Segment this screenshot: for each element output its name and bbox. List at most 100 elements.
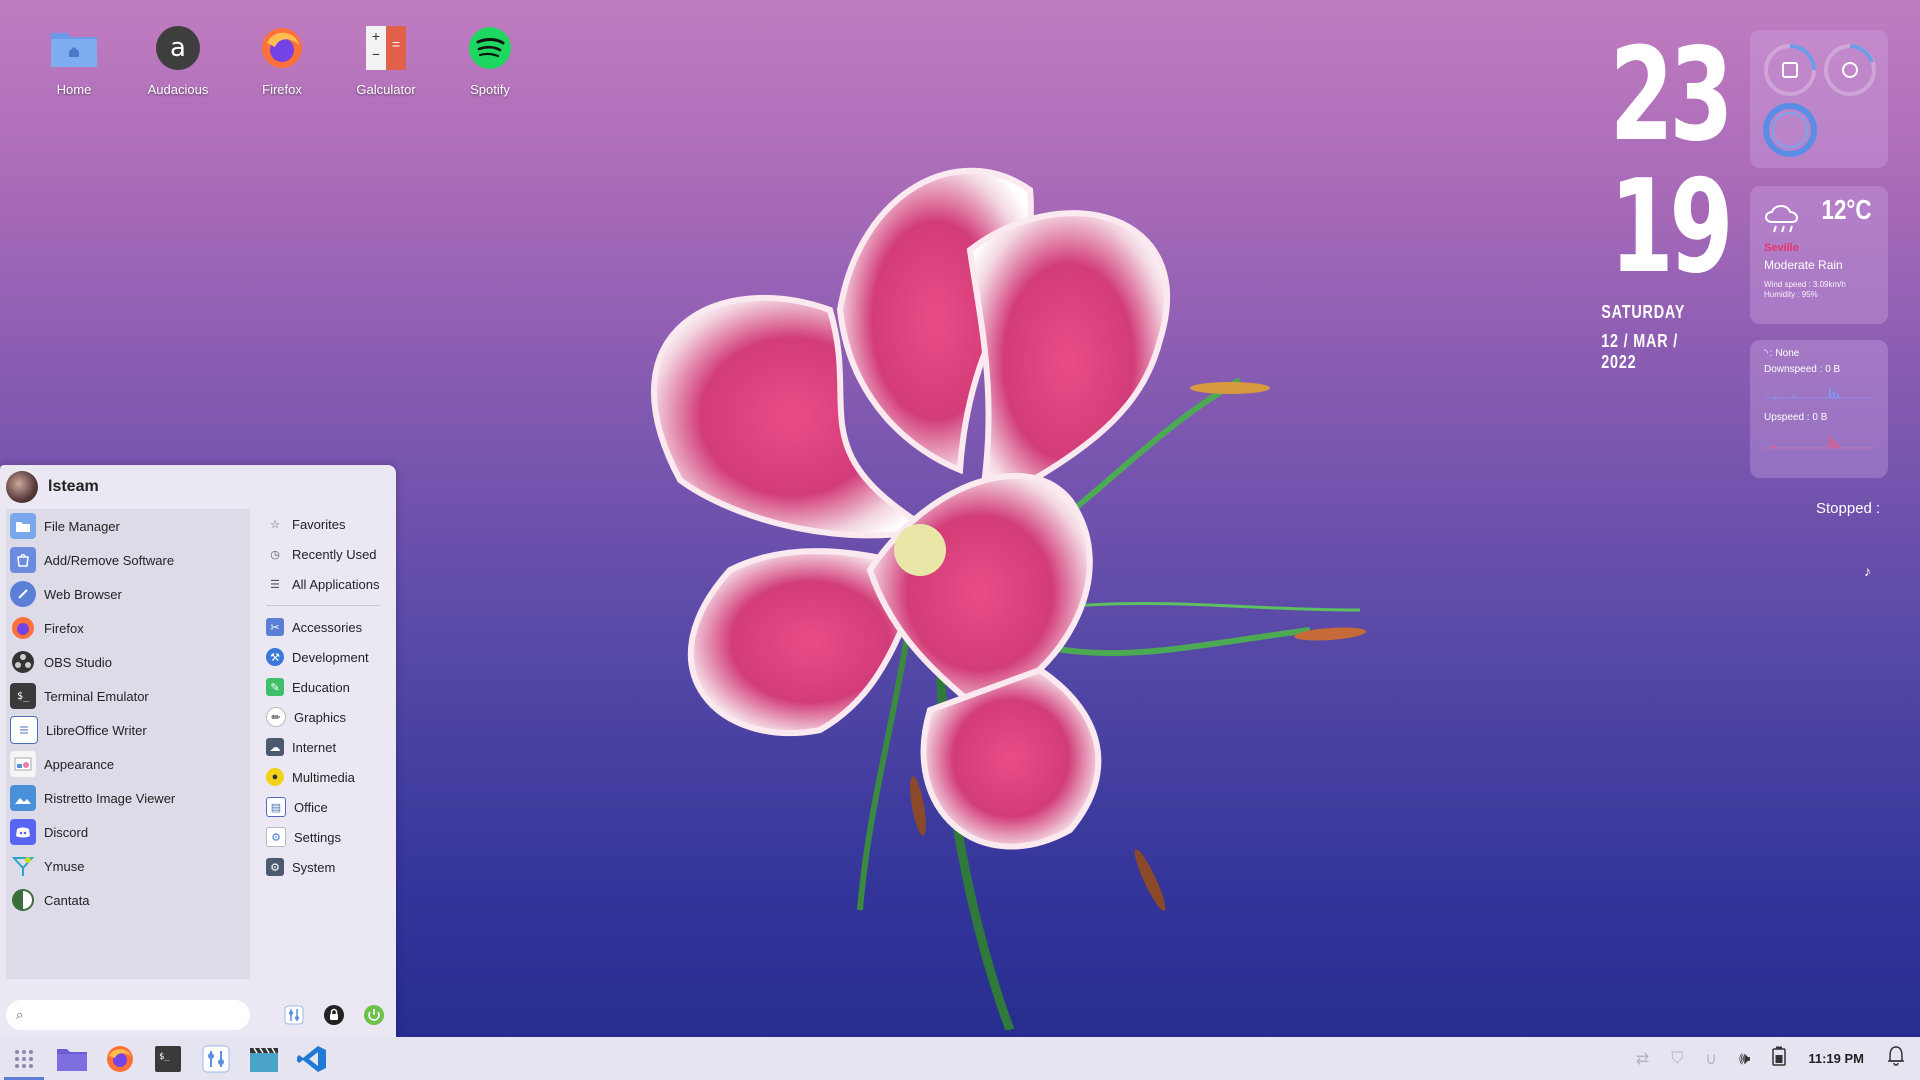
category-system[interactable]: ⚙ System — [258, 852, 388, 882]
app-list: File Manager Add/Remove Software Web Bro… — [6, 509, 250, 979]
taskbar-terminal-button[interactable]: $_ — [144, 1037, 192, 1080]
category-label: Development — [292, 649, 369, 665]
app-item-obs-studio[interactable]: OBS Studio — [6, 645, 250, 679]
svg-text:$_: $_ — [159, 1052, 170, 1062]
app-item-label: OBS Studio — [44, 654, 112, 670]
notification-bell-icon[interactable] — [1886, 1045, 1906, 1072]
internet-icon: ☁ — [266, 738, 284, 756]
battery-shape — [1772, 1046, 1787, 1066]
category-development[interactable]: ⚒ Development — [258, 642, 388, 672]
clock-minute: 19 — [1609, 153, 1734, 302]
firefox-icon — [10, 615, 36, 641]
category-favorites[interactable]: ☆ Favorites — [258, 509, 388, 539]
app-item-appearance[interactable]: Appearance — [6, 747, 250, 781]
category-label: Accessories — [292, 619, 363, 635]
volume-icon[interactable]: 🕪 — [1739, 1048, 1750, 1069]
list-icon: ☰ — [270, 578, 280, 591]
graphics-icon: ✏ — [266, 707, 286, 727]
upspeed-graph — [1764, 436, 1874, 449]
app-item-add-remove-software[interactable]: Add/Remove Software — [6, 543, 250, 577]
taskbar-clock[interactable]: 11:19 PM — [1808, 1051, 1864, 1066]
desktop-icon-galculator[interactable]: + − = Galculator — [346, 22, 426, 97]
category-graphics[interactable]: ✏ Graphics — [258, 702, 388, 732]
category-internet[interactable]: ☁ Internet — [258, 732, 388, 762]
system-icon: ⚙ — [266, 858, 284, 876]
category-office[interactable]: ▤ Office — [258, 792, 388, 822]
firefox-icon — [107, 1045, 133, 1072]
taskbar-settings-button[interactable] — [192, 1037, 240, 1080]
category-settings[interactable]: ⚙ Settings — [258, 822, 388, 852]
category-label: Graphics — [294, 709, 347, 725]
app-item-terminal-emulator[interactable]: $_ Terminal Emulator — [6, 679, 250, 713]
magnet-icon[interactable]: ∪ — [1705, 1049, 1717, 1069]
app-item-firefox[interactable]: Firefox — [6, 611, 250, 645]
category-multimedia[interactable]: ● Multimedia — [258, 762, 388, 792]
category-label: Recently Used — [292, 546, 377, 562]
shield-icon[interactable]: ⛉ — [1671, 1050, 1683, 1068]
desktop-icon-label: Firefox — [262, 82, 302, 97]
desktop-icon-label: Galculator — [356, 82, 416, 97]
web-browser-icon — [10, 581, 36, 607]
wallpaper-flower — [651, 167, 1366, 1030]
rain-cloud-icon — [1765, 205, 1798, 233]
clock-widget: 23 19 SATURDAY 12 / MAR / 2022 — [1590, 30, 1734, 373]
lock-screen-button[interactable] — [322, 1003, 346, 1027]
cantata-icon — [10, 887, 36, 913]
app-item-web-browser[interactable]: Web Browser — [6, 577, 250, 611]
app-item-label: Cantata — [44, 892, 90, 908]
category-education[interactable]: ✎ Education — [258, 672, 388, 702]
lock-icon — [324, 1005, 344, 1025]
desktop-icon-spotify[interactable]: Spotify — [450, 22, 530, 97]
menu-search[interactable]: ⌕ — [6, 1000, 250, 1030]
app-item-discord[interactable]: Discord — [6, 815, 250, 849]
app-item-cantata[interactable]: Cantata — [6, 883, 250, 917]
desktop-icon-firefox[interactable]: Firefox — [242, 22, 322, 97]
taskbar-vscode-button[interactable] — [288, 1037, 336, 1080]
network-arrows-icon[interactable]: ⇄ — [1636, 1049, 1649, 1069]
avatar — [6, 471, 38, 503]
app-item-label: LibreOffice Writer — [46, 722, 147, 738]
network-upspeed: Upspeed : 0 B — [1764, 412, 1828, 423]
category-all-applications[interactable]: ☰ All Applications — [258, 569, 388, 599]
menu-user: lsteam — [6, 471, 99, 503]
battery-icon[interactable] — [1772, 1046, 1787, 1071]
search-input[interactable] — [27, 1006, 232, 1024]
weather-wind: Wind speed : 3.09km/h — [1764, 280, 1846, 289]
app-item-ymuse[interactable]: Ymuse — [6, 849, 250, 883]
vscode-icon — [297, 1045, 326, 1072]
settings-manager-button[interactable] — [282, 1003, 306, 1027]
desktop-icon-audacious[interactable]: a Audacious — [138, 22, 218, 97]
weather-humidity: Humidity : 95% — [1764, 290, 1818, 299]
network-interface: ◝ : None — [1764, 348, 1799, 359]
writer-icon — [10, 716, 38, 744]
desktop-icon-home[interactable]: Home — [34, 22, 114, 97]
ymuse-icon — [10, 853, 36, 879]
image-viewer-icon — [10, 785, 36, 811]
app-menu-button[interactable] — [0, 1037, 48, 1080]
video-icon — [250, 1047, 278, 1072]
category-label: Office — [294, 799, 328, 815]
category-recently-used[interactable]: ◷ Recently Used — [258, 539, 388, 569]
taskbar-firefox-button[interactable] — [96, 1037, 144, 1080]
app-item-libreoffice-writer[interactable]: LibreOffice Writer — [6, 713, 250, 747]
taskbar-video-button[interactable] — [240, 1037, 288, 1080]
logout-button[interactable] — [362, 1003, 386, 1027]
app-item-ristretto-image-viewer[interactable]: Ristretto Image Viewer — [6, 781, 250, 815]
svg-text:a: a — [170, 33, 186, 63]
taskbar-files-button[interactable] — [48, 1037, 96, 1080]
settings-icon: ⚙ — [266, 827, 286, 847]
development-icon: ⚒ — [266, 648, 284, 666]
files-icon — [57, 1048, 87, 1071]
app-item-file-manager[interactable]: File Manager — [6, 509, 250, 543]
taskbar: $_ ⇄ ⛉ ∪ 🕪 11:19 PM — [0, 1037, 1920, 1080]
menu-divider — [266, 605, 380, 606]
search-icon: ⌕ — [16, 1007, 24, 1022]
desktop-icons: Home a Audacious Firefox + − = Galculator … — [34, 22, 530, 97]
home-folder-icon — [48, 22, 100, 74]
network-downspeed: Downspeed : 0 B — [1764, 364, 1841, 375]
menu-actions — [282, 1003, 386, 1027]
category-accessories[interactable]: ✂ Accessories — [258, 612, 388, 642]
app-item-label: Ristretto Image Viewer — [44, 790, 176, 806]
category-label: System — [292, 859, 336, 875]
bell-shape — [1888, 1046, 1904, 1066]
